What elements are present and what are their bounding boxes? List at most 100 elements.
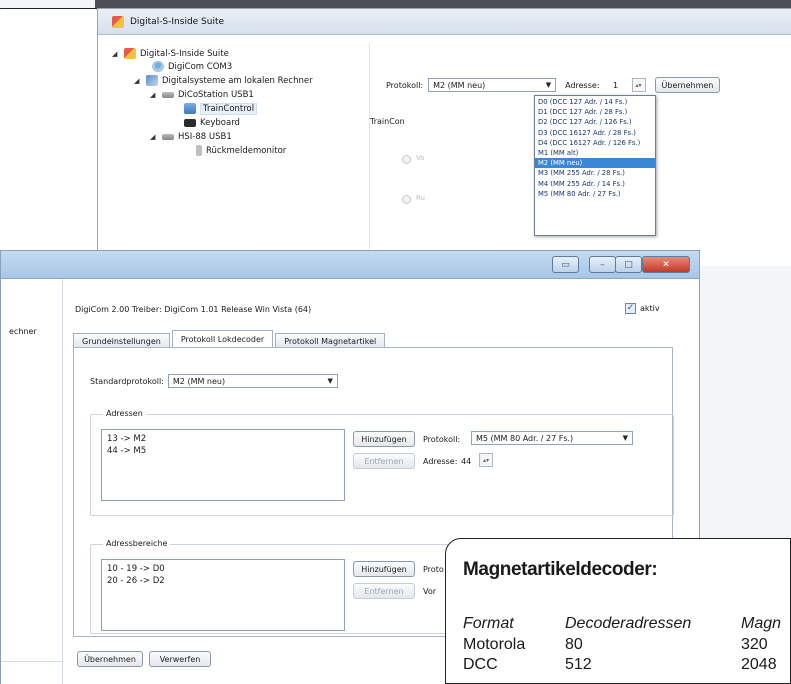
apply-button[interactable]: Übernehmen <box>654 77 721 93</box>
collapse-icon[interactable]: ◢ <box>134 77 142 85</box>
tree-node-rueckmeldemonitor[interactable]: Rückmeldemonitor <box>196 144 286 157</box>
tree-label: HSI-88 USB1 <box>178 131 232 142</box>
tree-label: TrainControl <box>200 102 258 115</box>
cell: 80 <box>565 636 583 653</box>
standard-protocol-row: Standardprotokoll: M2 (MM neu) ▼ <box>90 374 338 388</box>
tree-node-hsi88[interactable]: ◢ HSI-88 USB1 <box>150 130 232 143</box>
tree-node-keyboard[interactable]: Keyboard <box>184 116 240 129</box>
remove-address-button[interactable]: Entfernen <box>353 453 415 469</box>
tree-node-traincontrol[interactable]: TrainControl <box>184 102 258 115</box>
ghost-text: Vo <box>416 154 425 162</box>
dropdown-option[interactable]: D1 (DCC 127 Adr. / 28 Fs.) <box>535 107 655 117</box>
magnetartikel-info-card: Magnetartikeldecoder: Format Decoderadre… <box>445 538 791 684</box>
list-item[interactable]: 10 - 19 -> D0 <box>107 563 339 575</box>
chevron-down-icon: ▼ <box>327 377 333 385</box>
suite-window: Digital-S-Inside Suite ◢ Digital-S-Insid… <box>97 8 791 267</box>
protocol-select[interactable]: M2 (MM neu) ▼ <box>428 78 557 92</box>
collapse-icon[interactable]: ◢ <box>150 91 158 99</box>
tab-grundeinstellungen[interactable]: Grundeinstellungen <box>73 333 170 348</box>
address-label: Adresse: <box>423 457 458 466</box>
pane-divider <box>369 43 370 267</box>
standard-protocol-label: Standardprotokoll: <box>90 376 164 386</box>
protocol-row: Protokoll: M2 (MM neu) ▼ Adresse: 1 ▴▾ Ü… <box>386 77 721 93</box>
address-protocol-value: M5 (MM 80 Adr. / 27 Fs.) <box>476 433 574 443</box>
discard-button[interactable]: Verwerfen <box>149 651 211 667</box>
device-tree[interactable]: ◢ Digital-S-Inside Suite DigiCom COM3 ◢ … <box>106 43 368 265</box>
aktiv-checkbox[interactable]: ✓ aktiv <box>625 303 660 314</box>
address-label: Adresse: <box>565 80 600 90</box>
cell: DCC <box>463 656 498 673</box>
list-item[interactable]: 13 -> M2 <box>107 433 339 445</box>
dropdown-option[interactable]: D0 (DCC 127 Adr. / 14 Fs.) <box>535 97 655 107</box>
suite-icon <box>124 48 136 59</box>
dropdown-option[interactable]: D2 (DCC 127 Adr. / 126 Fs.) <box>535 117 655 127</box>
add-range-button[interactable]: Hinzufügen <box>353 561 415 577</box>
address-spinner[interactable]: ▴▾ <box>631 78 646 92</box>
tree-node-digitalsysteme[interactable]: ◢ Digitalsysteme am lokalen Rechner <box>134 74 313 87</box>
adressen-legend: Adressen <box>103 409 146 418</box>
dropdown-option[interactable]: M3 (MM 255 Adr. / 28 Fs.) <box>535 168 655 178</box>
address-list[interactable]: 13 -> M2 44 -> M5 <box>101 429 345 501</box>
tab-protokoll-magnetartikel[interactable]: Protokoll Magnetartikel <box>275 333 386 348</box>
address-range-list[interactable]: 10 - 19 -> D0 20 - 26 -> D2 <box>101 559 345 631</box>
cell: Motorola <box>463 636 526 653</box>
suite-titlebar: Digital-S-Inside Suite <box>98 9 791 35</box>
check-icon[interactable]: ✓ <box>625 303 636 314</box>
address-value[interactable]: 44 <box>461 457 471 466</box>
cell: 512 <box>565 656 592 673</box>
address-value[interactable]: 1 <box>605 81 627 90</box>
address-spinner[interactable]: ▴▾ <box>479 453 493 467</box>
tree-label-cut[interactable]: echner <box>9 327 37 336</box>
col-format: Format <box>463 615 514 632</box>
tab-bar: Grundeinstellungen Protokoll Lokdecoder … <box>73 330 386 348</box>
collapse-icon[interactable]: ◢ <box>112 50 120 58</box>
ghost-text: Ru <box>416 194 425 202</box>
tree-node-suite[interactable]: ◢ Digital-S-Inside Suite <box>112 47 229 60</box>
list-item[interactable]: 44 -> M5 <box>107 445 339 457</box>
dropdown-option[interactable]: D3 (DCC 16127 Adr. / 28 Fs.) <box>535 128 655 138</box>
system-icon <box>146 75 158 86</box>
range-from-label: Vor <box>423 587 437 596</box>
tree-node-digicom[interactable]: DigiCom COM3 <box>152 60 232 73</box>
add-address-button[interactable]: Hinzufügen <box>353 431 415 447</box>
card-heading: Magnetartikeldecoder: <box>463 559 658 580</box>
protocol-dropdown-list[interactable]: D0 (DCC 127 Adr. / 14 Fs.) D1 (DCC 127 A… <box>534 95 656 236</box>
radio-option[interactable] <box>402 155 411 164</box>
range-protocol-label: Proto <box>423 565 444 574</box>
list-item[interactable]: 20 - 26 -> D2 <box>107 575 339 587</box>
standard-protocol-select[interactable]: M2 (MM neu) ▼ <box>167 374 338 388</box>
radio-option[interactable] <box>402 195 411 204</box>
address-protocol-select[interactable]: M5 (MM 80 Adr. / 27 Fs.) ▼ <box>471 431 633 445</box>
suite-title: Digital-S-Inside Suite <box>130 16 225 27</box>
remove-range-button[interactable]: Entfernen <box>353 583 415 599</box>
address-protocol-label: Protokoll: <box>423 435 461 444</box>
close-button[interactable]: ✕ <box>642 256 690 273</box>
restore-icon[interactable]: ▭ <box>552 256 579 273</box>
protocol-select-value: M2 (MM neu) <box>433 80 486 90</box>
dropdown-option[interactable]: M4 (MM 255 Adr. / 14 Fs.) <box>535 179 655 189</box>
com-port-icon <box>152 61 164 72</box>
maximize-button[interactable]: □ <box>615 256 642 273</box>
dropdown-option[interactable]: D4 (DCC 16127 Adr. / 126 Fs.) <box>535 138 655 148</box>
minimize-button[interactable]: – <box>589 256 616 273</box>
tab-protokoll-lokdecoder[interactable]: Protokoll Lokdecoder <box>171 330 274 348</box>
apply-button[interactable]: Übernehmen <box>77 651 143 667</box>
aktiv-label: aktiv <box>640 304 660 313</box>
tree-label: Rückmeldemonitor <box>206 145 287 156</box>
collapse-icon[interactable]: ◢ <box>150 133 158 141</box>
tree-node-dicostation[interactable]: ◢ DiCoStation USB1 <box>150 88 254 101</box>
dropdown-option-selected[interactable]: M2 (MM neu) <box>535 158 655 169</box>
settings-tree-pane: echner <box>1 279 63 684</box>
dialog-buttons: Übernehmen Verwerfen <box>77 651 211 667</box>
dropdown-option[interactable]: M5 (MM 80 Adr. / 27 Fs.) <box>535 189 655 199</box>
col-magnetartikel: Magn <box>741 615 782 632</box>
standard-protocol-value: M2 (MM neu) <box>172 376 226 386</box>
dropdown-option[interactable]: M1 (MM alt) <box>535 148 655 158</box>
traincontrol-label: TrainCon <box>370 117 405 126</box>
col-decoderadressen: Decoderadressen <box>565 615 692 632</box>
train-control-icon <box>184 103 196 114</box>
driver-info: DigiCom 2.00 Treiber: DigiCom 1.01 Relea… <box>75 305 312 314</box>
tree-label: DigiCom COM3 <box>168 61 233 72</box>
adressen-group: Adressen 13 -> M2 44 -> M5 Hinzufügen En… <box>90 409 674 516</box>
usb-device-icon <box>162 133 174 140</box>
